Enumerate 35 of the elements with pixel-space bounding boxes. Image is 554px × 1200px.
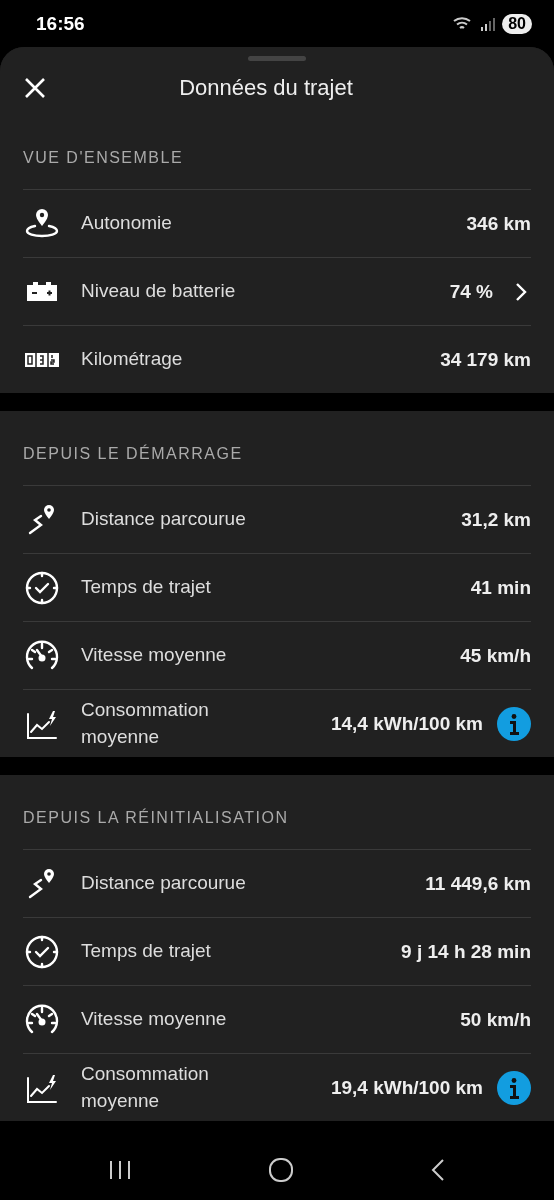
metric-label: Kilométrage	[81, 347, 184, 372]
metric-label: Vitesse moyenne	[81, 1007, 228, 1032]
section-heading: DEPUIS LE DÉMARRAGE	[23, 445, 243, 463]
section-heading: VUE D'ENSEMBLE	[23, 149, 184, 167]
home-icon[interactable]	[268, 1156, 294, 1183]
metric-label: Distance parcourue	[81, 871, 247, 896]
metric-value: 19,4 kWh/100 km	[330, 1076, 483, 1099]
signal-icon	[480, 15, 497, 32]
drag-handle[interactable]	[248, 56, 306, 61]
status-time: 16:56	[36, 12, 85, 35]
info-icon[interactable]	[497, 706, 531, 741]
metric-label: Vitesse moyenne	[81, 643, 228, 668]
metric-value: 31,2 km	[461, 508, 531, 531]
metric-label: Consommation moyenne	[81, 1061, 210, 1113]
metric-label: Consommation moyenne	[81, 697, 210, 749]
recent-apps-icon[interactable]	[108, 1158, 132, 1181]
metric-value: 50 km/h	[460, 1008, 531, 1031]
metric-value: 34 179 km	[440, 348, 531, 371]
info-icon[interactable]	[497, 1070, 531, 1105]
metric-value: 9 j 14 h 28 min	[401, 940, 531, 963]
metric-value: 14,4 kWh/100 km	[330, 712, 483, 735]
battery-level: 80	[502, 13, 532, 34]
metric-label: Temps de trajet	[81, 575, 212, 600]
section-heading: DEPUIS LA RÉINITIALISATION	[23, 809, 289, 827]
metric-value: 74 %	[449, 280, 493, 303]
metric-value: 41 min	[470, 576, 531, 599]
metric-value: 346 km	[466, 212, 531, 235]
metric-label: Distance parcourue	[81, 507, 247, 532]
sheet-title: Données du trajet	[178, 75, 354, 101]
metric-label: Autonomie	[81, 211, 173, 236]
metric-label: Temps de trajet	[81, 939, 212, 964]
metric-label: Niveau de batterie	[81, 279, 237, 304]
metric-value: 45 km/h	[460, 644, 531, 667]
back-icon[interactable]	[430, 1157, 446, 1182]
metric-value: 11 449,6 km	[425, 872, 531, 895]
